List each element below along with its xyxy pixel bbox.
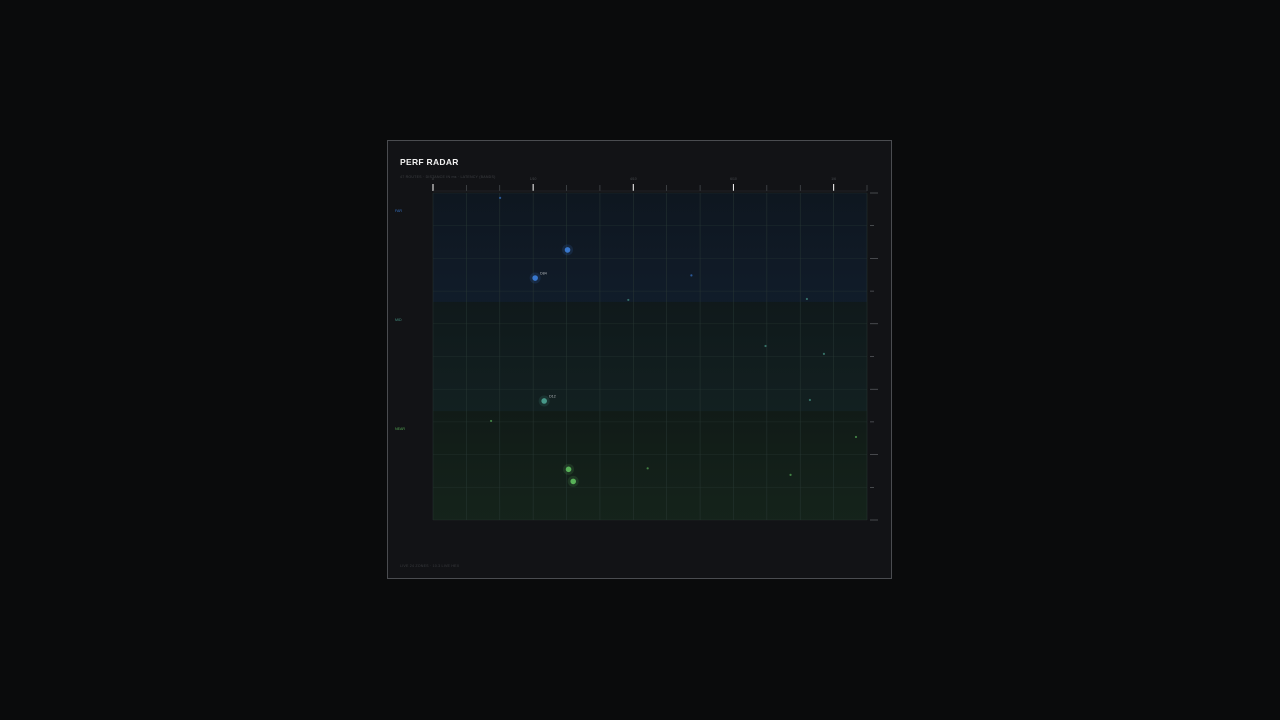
- band-near: [433, 411, 867, 520]
- data-point: [541, 398, 547, 404]
- data-point: [499, 196, 502, 200]
- data-point: [789, 473, 792, 476]
- data-point: [808, 398, 812, 402]
- x-tick-label: 0: [432, 177, 434, 181]
- data-point-label: D84: [540, 272, 547, 276]
- data-point: [646, 467, 649, 470]
- data-point: [805, 297, 809, 301]
- band-label-far: FAR: [395, 209, 402, 213]
- data-point: [690, 274, 693, 277]
- data-point: [854, 435, 858, 439]
- data-point: [627, 298, 630, 302]
- x-tick-label: 4/10: [630, 177, 637, 181]
- band-far: [433, 193, 867, 302]
- data-point: [532, 275, 538, 281]
- data-point: [822, 352, 826, 355]
- data-point: [564, 247, 571, 253]
- data-point: [565, 466, 572, 473]
- x-tick-label: 1/10: [530, 177, 537, 181]
- band-label-mid: MID: [395, 318, 402, 322]
- data-point: [570, 478, 577, 485]
- data-point-label: D12: [549, 394, 556, 398]
- data-point: [764, 344, 767, 348]
- x-tick-label: 6/10: [730, 177, 737, 181]
- x-tick-label: 1/6: [831, 177, 836, 181]
- data-point: [489, 419, 493, 423]
- band-label-near: NEAR: [395, 427, 405, 431]
- scatter-chart: FAR MID NEAR 0 1/10 4/10 6/10 1/6 D84 D12: [395, 177, 878, 521]
